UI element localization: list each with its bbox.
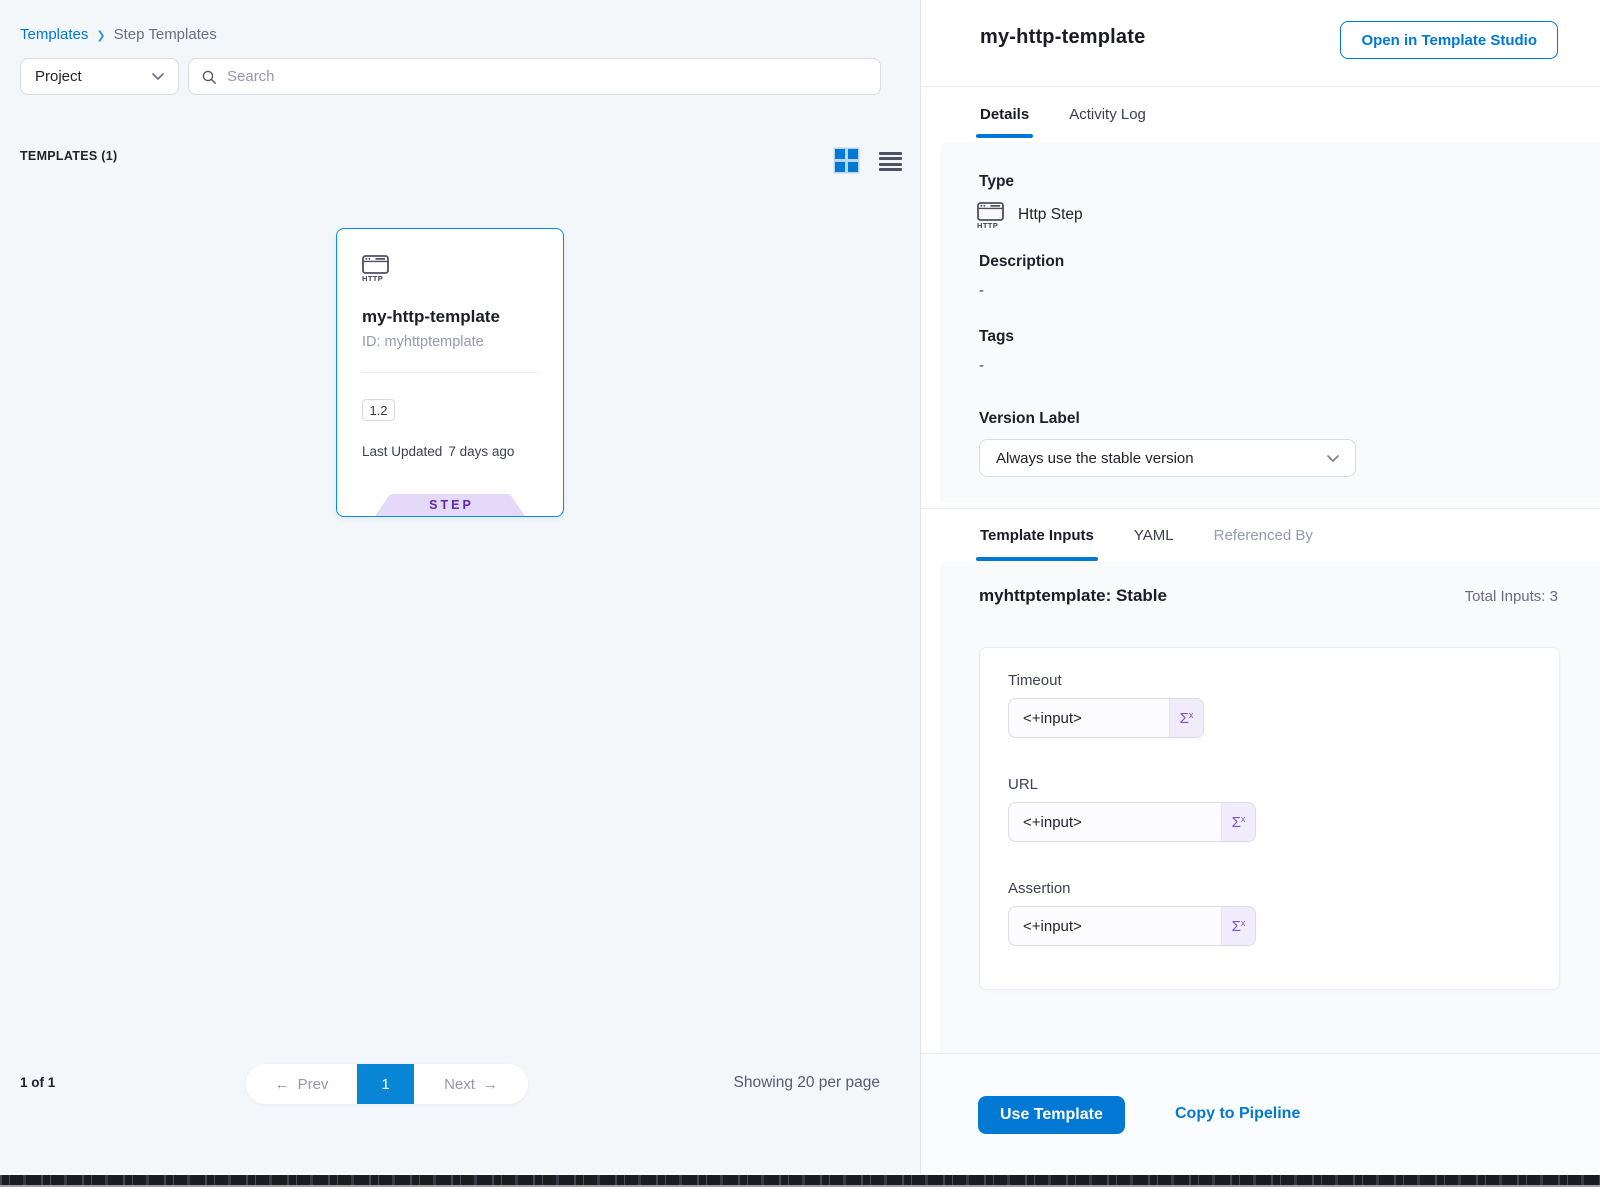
card-divider — [362, 372, 541, 373]
description-value: - — [979, 282, 984, 299]
input-field-assertion: Assertion <+input> Σx — [1008, 880, 1531, 946]
pager: ← Prev 1 Next → — [246, 1064, 528, 1104]
expression-input-icon[interactable]: Σx — [1169, 699, 1203, 737]
input-value: <+input> — [1009, 803, 1221, 841]
tab-template-inputs[interactable]: Template Inputs — [980, 527, 1094, 544]
scope-dropdown-value: Project — [35, 68, 82, 85]
details-tabstrip: Details Activity Log — [921, 87, 1600, 142]
panel-footer: Use Template Copy to Pipeline — [921, 1053, 1600, 1174]
copy-to-pipeline-link[interactable]: Copy to Pipeline — [1175, 1105, 1300, 1123]
inputs-header: myhttptemplate: Stable Total Inputs: 3 — [979, 586, 1558, 606]
assertion-input[interactable]: <+input> Σx — [1008, 906, 1256, 946]
version-label: Version Label — [979, 410, 1080, 428]
last-updated-label: Last Updated — [362, 444, 442, 459]
http-step-icon: HTTP — [362, 255, 390, 282]
page-1-button[interactable]: 1 — [357, 1064, 414, 1104]
chevron-down-icon — [152, 73, 164, 80]
version-dropdown[interactable]: Always use the stable version — [979, 439, 1356, 477]
last-updated-value: 7 days ago — [448, 444, 514, 459]
http-icon-label: HTTP — [362, 274, 384, 283]
open-in-template-studio-button[interactable]: Open in Template Studio — [1340, 21, 1558, 59]
field-label: Timeout — [1008, 672, 1531, 689]
tab-yaml[interactable]: YAML — [1134, 527, 1174, 544]
step-type-badge: STEP — [375, 494, 525, 516]
app-window: Templates ❯ Step Templates Project TEMPL… — [0, 0, 1600, 1187]
next-label: Next — [444, 1076, 475, 1093]
chevron-down-icon — [1327, 455, 1339, 462]
input-value: <+input> — [1009, 907, 1221, 945]
arrow-left-icon: ← — [275, 1076, 290, 1093]
prev-label: Prev — [298, 1076, 329, 1093]
breadcrumb-link-templates[interactable]: Templates — [20, 26, 88, 43]
sigma-sup-glyph: x — [1241, 918, 1246, 928]
next-button[interactable]: Next → — [414, 1064, 528, 1104]
template-inputs-section: myhttptemplate: Stable Total Inputs: 3 T… — [940, 562, 1600, 1053]
type-value: Http Step — [1018, 206, 1083, 224]
tags-value: - — [979, 357, 984, 374]
input-field-timeout: Timeout <+input> Σx — [1008, 672, 1531, 738]
input-field-url: URL <+input> Σx — [1008, 776, 1531, 842]
inputs-card: Timeout <+input> Σx URL <+input> Σx Asse… — [979, 647, 1560, 990]
per-page-label: Showing 20 per page — [733, 1074, 880, 1092]
field-label: Assertion — [1008, 880, 1531, 897]
type-label: Type — [979, 173, 1014, 191]
expression-input-icon[interactable]: Σx — [1221, 907, 1255, 945]
search-box[interactable] — [188, 58, 881, 95]
tags-label: Tags — [979, 328, 1014, 346]
details-section: Type HTTP Http Step Description - Tags -… — [940, 142, 1600, 502]
input-value: <+input> — [1009, 699, 1169, 737]
tab-activity-log[interactable]: Activity Log — [1069, 106, 1146, 123]
search-icon — [201, 69, 217, 85]
sigma-glyph: Σ — [1232, 814, 1241, 831]
list-view-icon[interactable] — [879, 150, 902, 171]
template-card[interactable]: HTTP my-http-template ID: myhttptemplate… — [336, 228, 564, 517]
description-label: Description — [979, 253, 1064, 271]
templates-list-pane: Templates ❯ Step Templates Project TEMPL… — [0, 0, 921, 1174]
last-updated: Last Updated 7 days ago — [362, 444, 541, 459]
search-input[interactable] — [227, 68, 868, 85]
sigma-glyph: Σ — [1180, 710, 1189, 727]
desktop-background-strip — [0, 1175, 1600, 1185]
panel-header: my-http-template Open in Template Studio — [921, 0, 1600, 87]
expression-input-icon[interactable]: Σx — [1221, 803, 1255, 841]
url-input[interactable]: <+input> Σx — [1008, 802, 1256, 842]
breadcrumb-chevron-icon: ❯ — [96, 28, 105, 42]
page-summary: 1 of 1 — [20, 1075, 55, 1090]
panel-title: my-http-template — [980, 26, 1145, 49]
template-card-id: ID: myhttptemplate — [362, 334, 541, 350]
scope-dropdown[interactable]: Project — [20, 58, 179, 95]
view-toggles — [833, 147, 902, 174]
http-icon-label: HTTP — [977, 221, 999, 230]
breadcrumb: Templates ❯ Step Templates — [20, 26, 217, 43]
version-dropdown-value: Always use the stable version — [996, 450, 1194, 467]
sigma-glyph: Σ — [1232, 918, 1241, 935]
grid-view-icon[interactable] — [833, 147, 860, 174]
tab-referenced-by[interactable]: Referenced By — [1214, 527, 1313, 544]
timeout-input[interactable]: <+input> Σx — [1008, 698, 1204, 738]
template-details-panel: my-http-template Open in Template Studio… — [921, 0, 1600, 1174]
sigma-sup-glyph: x — [1189, 710, 1194, 720]
sigma-sup-glyph: x — [1241, 814, 1246, 824]
breadcrumb-current: Step Templates — [114, 26, 217, 43]
field-label: URL — [1008, 776, 1531, 793]
inputs-tabstrip: Template Inputs YAML Referenced By — [921, 508, 1600, 562]
template-card-title: my-http-template — [362, 307, 541, 327]
templates-count-label: TEMPLATES (1) — [20, 149, 117, 163]
prev-button[interactable]: ← Prev — [246, 1064, 357, 1104]
arrow-right-icon: → — [483, 1076, 498, 1093]
inputs-heading: myhttptemplate: Stable — [979, 586, 1167, 606]
version-badge: 1.2 — [362, 399, 395, 421]
tab-details[interactable]: Details — [980, 106, 1029, 123]
use-template-button[interactable]: Use Template — [978, 1096, 1125, 1134]
http-step-icon: HTTP — [977, 202, 1005, 229]
total-inputs-label: Total Inputs: 3 — [1465, 586, 1558, 605]
